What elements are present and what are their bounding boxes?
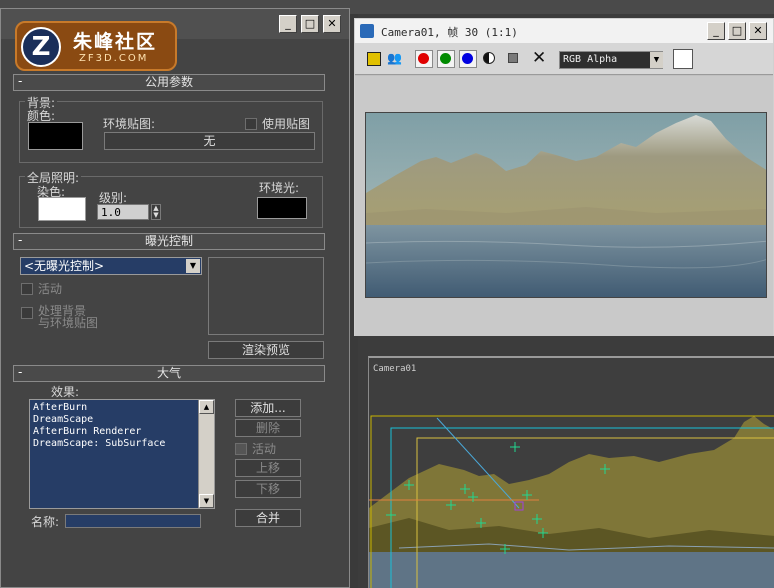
move-down-button[interactable]: 下移 [235, 480, 301, 498]
level-spinner[interactable]: ▲ ▼ [151, 204, 161, 220]
rendered-frame-window: Camera01, 帧 30 (1:1) _ □ ✕ 👥 ✕ RGB Alpha… [354, 18, 774, 336]
maximize-button[interactable]: □ [728, 22, 746, 40]
channel-select[interactable]: RGB Alpha ▼ [559, 51, 663, 69]
chevron-down-icon[interactable]: ▼ [650, 52, 663, 68]
rollout-atmosphere[interactable]: - 大气 [13, 365, 325, 382]
exposure-select-value: <无曝光控制> [24, 259, 105, 273]
list-item[interactable]: AfterBurn Renderer [33, 426, 211, 438]
effect-active-label: 活动 [252, 442, 277, 456]
maximize-button[interactable]: □ [301, 15, 319, 33]
logo-name: 朱峰社区 [73, 31, 158, 53]
alpha-channel-icon[interactable] [483, 52, 495, 64]
effect-active-checkbox[interactable] [235, 443, 247, 455]
frame-toolbar: 👥 ✕ RGB Alpha ▼ [355, 43, 773, 75]
rollout-title: 公用参数 [144, 75, 193, 89]
level-input[interactable]: 1.0 [97, 204, 149, 220]
ambient-color-swatch[interactable] [257, 197, 307, 219]
add-effect-button[interactable]: 添加... [235, 399, 301, 417]
channel-select-value: RGB Alpha [563, 54, 618, 65]
green-channel-button[interactable] [437, 50, 455, 68]
clear-icon[interactable]: ✕ [532, 48, 546, 68]
exposure-preview-box [208, 257, 324, 335]
camera-viewport[interactable]: Camera01 [368, 356, 774, 588]
name-label: 名称: [31, 515, 60, 529]
render-canvas [355, 76, 773, 336]
use-map-checkbox[interactable] [245, 118, 257, 130]
env-map-label: 环境贴图: [103, 117, 156, 131]
viewport-scene [369, 415, 774, 588]
close-button[interactable]: ✕ [323, 15, 341, 33]
list-item[interactable]: DreamScape [33, 414, 211, 426]
list-item[interactable]: DreamScape: SubSurface [33, 438, 211, 450]
clone-icon[interactable]: 👥 [387, 51, 402, 65]
camera-window-title: Camera01, 帧 30 (1:1) [381, 26, 518, 39]
effects-list[interactable]: AfterBurn DreamScape AfterBurn Renderer … [29, 399, 215, 509]
process-bg-label-2: 与环境贴图 [38, 316, 99, 330]
scroll-down-icon[interactable]: ▼ [199, 494, 214, 508]
camera-titlebar: Camera01, 帧 30 (1:1) _ □ ✕ [355, 19, 773, 43]
exposure-select[interactable]: <无曝光控制> ▼ [20, 257, 202, 275]
rollout-exposure-control[interactable]: - 曝光控制 [13, 233, 325, 250]
save-icon[interactable] [367, 52, 381, 66]
name-input[interactable] [65, 514, 201, 528]
color-swatch[interactable] [673, 49, 693, 69]
background-color-swatch[interactable] [28, 122, 83, 150]
tint-color-swatch[interactable] [38, 197, 86, 221]
app-icon [360, 24, 374, 38]
red-channel-button[interactable] [415, 50, 433, 68]
close-button[interactable]: ✕ [749, 22, 767, 40]
ambient-label: 环境光: [259, 181, 300, 195]
scroll-up-icon[interactable]: ▲ [199, 400, 214, 414]
merge-button[interactable]: 合并 [235, 509, 301, 527]
minimize-button[interactable]: _ [707, 22, 725, 40]
env-map-button[interactable]: 无 [104, 132, 315, 150]
monochrome-icon[interactable] [508, 53, 518, 63]
list-item[interactable]: AfterBurn [33, 402, 211, 414]
effects-label: 效果: [51, 385, 80, 399]
exposure-active-label: 活动 [38, 282, 63, 296]
logo-url: ZF3D.COM [79, 53, 149, 64]
delete-effect-button[interactable]: 删除 [235, 419, 301, 437]
use-map-label: 使用贴图 [262, 117, 311, 131]
rollout-title: 大气 [156, 366, 181, 380]
render-preview-button[interactable]: 渲染预览 [208, 341, 324, 359]
environment-dialog: _ □ ✕ Z 朱峰社区 ZF3D.COM - 公用参数 背景: 颜色: 环境贴… [0, 8, 350, 588]
rollout-common-params[interactable]: - 公用参数 [13, 74, 325, 91]
blue-channel-button[interactable] [459, 50, 477, 68]
move-up-button[interactable]: 上移 [235, 459, 301, 477]
minimize-button[interactable]: _ [279, 15, 297, 33]
effects-scrollbar[interactable]: ▲ ▼ [198, 400, 214, 508]
zf3d-logo: Z 朱峰社区 ZF3D.COM [15, 21, 177, 71]
exposure-active-checkbox[interactable] [21, 283, 33, 295]
rollout-title: 曝光控制 [144, 234, 193, 248]
process-bg-checkbox[interactable] [21, 307, 33, 319]
logo-mark: Z [21, 27, 61, 67]
chevron-down-icon[interactable]: ▼ [186, 259, 200, 273]
rendered-landscape-image [365, 112, 767, 298]
